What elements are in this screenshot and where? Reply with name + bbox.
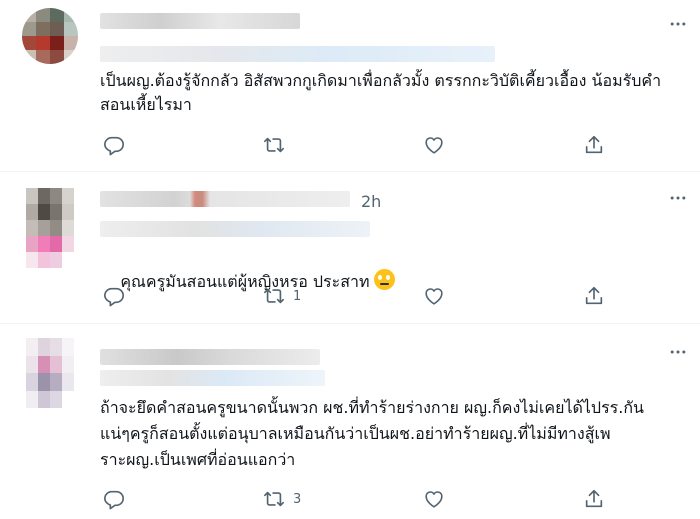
more-options-icon <box>670 350 686 354</box>
retweet-button[interactable] <box>263 133 293 157</box>
retweet-button[interactable]: 3 <box>263 487 301 511</box>
like-button[interactable] <box>423 284 453 308</box>
tweet-3[interactable]: ถ้าจะยึดคำสอนครูขนาดนั้นพวก ผช.ที่ทำร้าย… <box>0 324 700 519</box>
more-options-button[interactable] <box>668 342 688 362</box>
tweet-timestamp[interactable]: 2h <box>361 192 381 211</box>
username-obscured <box>100 221 370 237</box>
more-options-icon <box>670 196 686 200</box>
more-options-button[interactable] <box>668 14 688 34</box>
avatar[interactable] <box>22 8 78 64</box>
reply-icon <box>104 490 124 510</box>
reply-button[interactable] <box>103 487 133 511</box>
retweet-icon <box>264 491 284 507</box>
username-obscured <box>100 46 495 62</box>
share-button[interactable] <box>583 487 613 511</box>
share-icon <box>585 135 603 154</box>
more-options-icon <box>670 22 686 26</box>
username-obscured <box>100 370 325 386</box>
like-icon <box>425 137 443 154</box>
avatar[interactable] <box>26 188 74 268</box>
tweet-text: เป็นผญ.ต้องรู้จักกลัว อิสัสพวกกูเกิดมาเพ… <box>100 71 662 114</box>
retweet-icon <box>264 137 284 153</box>
display-name-obscured <box>100 13 300 29</box>
like-icon <box>425 288 443 305</box>
retweet-count: 3 <box>293 491 302 507</box>
like-button[interactable] <box>423 487 453 511</box>
retweet-icon <box>264 288 284 304</box>
share-button[interactable] <box>583 284 613 308</box>
like-icon <box>425 491 443 508</box>
share-icon <box>585 286 603 305</box>
tweet-text: คุณครูมันสอนแต่ผู้หญิงหรอ ประสาท <box>120 272 370 291</box>
reply-icon <box>104 287 124 307</box>
tweet-text: ถ้าจะยึดคำสอนครูขนาดนั้นพวก ผช.ที่ทำร้าย… <box>100 398 644 469</box>
avatar[interactable] <box>26 338 74 408</box>
retweet-count: 1 <box>293 288 302 304</box>
more-options-button[interactable] <box>668 188 688 208</box>
like-button[interactable] <box>423 133 453 157</box>
reply-button[interactable] <box>103 284 133 308</box>
reply-button[interactable] <box>103 133 133 157</box>
display-name-obscured <box>100 349 320 365</box>
share-button[interactable] <box>583 133 613 157</box>
retweet-button[interactable]: 1 <box>263 284 301 308</box>
share-icon <box>585 489 603 508</box>
rolling-eyes-emoji <box>373 269 395 290</box>
display-name-obscured <box>100 191 350 207</box>
tweet-1[interactable]: เป็นผญ.ต้องรู้จักกลัว อิสัสพวกกูเกิดมาเพ… <box>0 0 700 171</box>
reply-icon <box>104 136 124 156</box>
tweet-2[interactable]: 2h คุณครูมันสอนแต่ผู้หญิงหรอ ประสาท 1 <box>0 172 700 323</box>
